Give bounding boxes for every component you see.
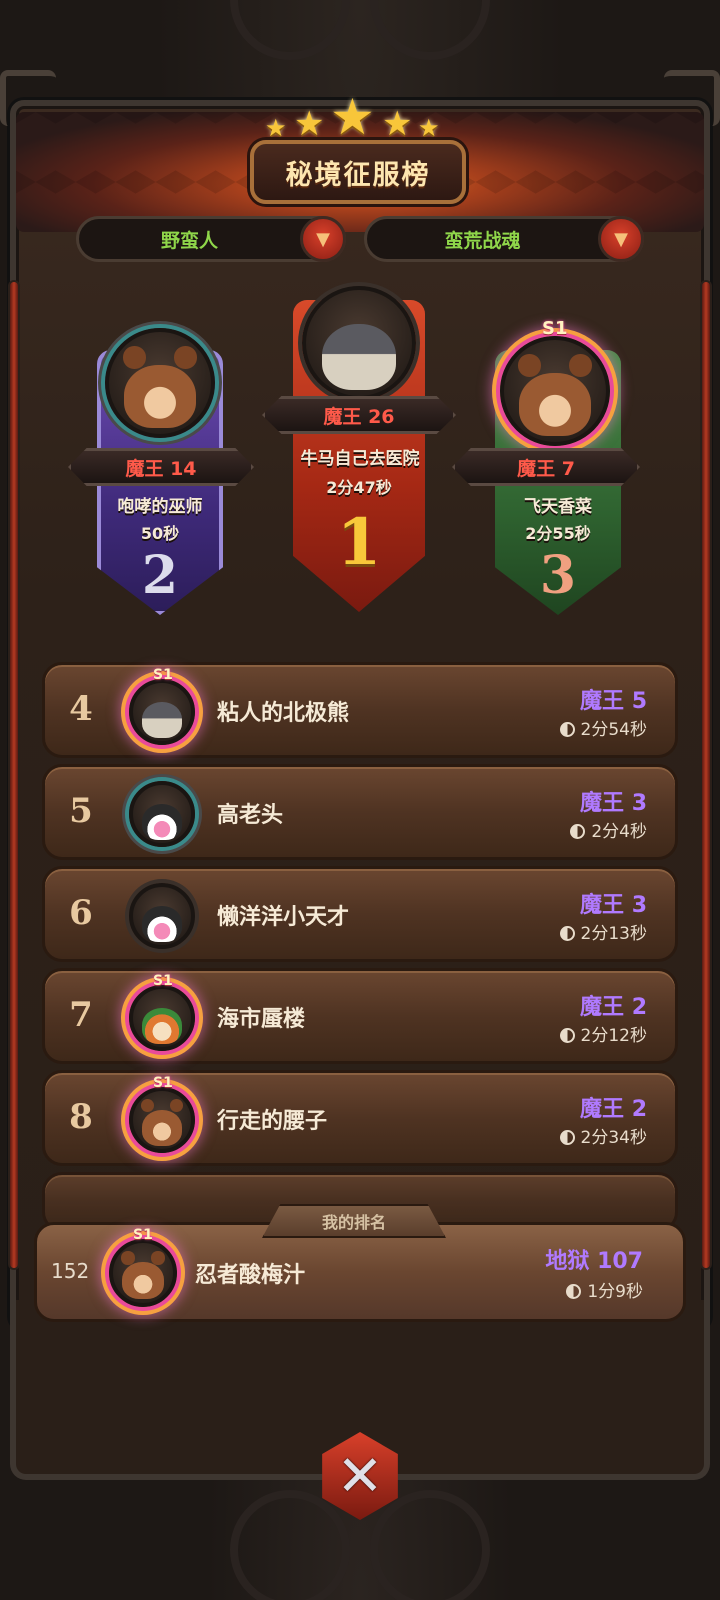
class-dropdown-label: 野蛮人	[160, 229, 218, 252]
stars-row: ★ ★ ★ ★ ★	[0, 88, 720, 146]
avatar[interactable]	[129, 679, 195, 745]
place-number: 1	[336, 505, 382, 580]
clock-icon	[559, 926, 575, 941]
page-title: 秘境征服榜	[285, 159, 431, 191]
background-ornament	[370, 1490, 490, 1600]
avatar[interactable]	[129, 985, 195, 1051]
podium-level: 魔王 14	[125, 457, 197, 480]
player-name: 忍者酸梅汁	[195, 1263, 306, 1288]
place-number: 3	[539, 545, 577, 606]
class-dropdown[interactable]: 野蛮人 ▼	[76, 216, 346, 262]
place-number: 2	[141, 545, 179, 606]
level: 魔王 2	[580, 995, 647, 1020]
player-name: 咆哮的巫师	[117, 497, 203, 517]
star-icon: ★	[418, 114, 440, 142]
avatar[interactable]	[129, 1087, 195, 1153]
right-rail	[700, 280, 712, 1270]
player-name: 粘人的北极熊	[217, 701, 350, 726]
season-badge: S1	[153, 667, 173, 683]
clock-icon	[559, 722, 575, 737]
clear-time: 2分13秒	[580, 924, 647, 944]
rank-number: 7	[69, 995, 93, 1035]
background-ornament	[230, 1490, 350, 1600]
avatar[interactable]	[129, 883, 195, 949]
avatar[interactable]	[500, 336, 610, 446]
clear-time: 2分54秒	[580, 720, 647, 740]
clear-time-row: 2分13秒	[559, 919, 647, 944]
clear-time: 50秒	[140, 524, 180, 543]
player-name: 懒洋洋小天才	[217, 905, 350, 930]
clear-time: 1分9秒	[587, 1282, 643, 1302]
avatar[interactable]	[105, 328, 215, 438]
level: 地狱 107	[545, 1249, 643, 1274]
level-ribbon: 魔王 14	[68, 448, 254, 486]
clear-time: 2分12秒	[580, 1026, 647, 1046]
list-item[interactable]: 5 高老头 魔王 3 2分4秒	[42, 764, 678, 860]
star-icon: ★	[382, 104, 413, 144]
my-rank-number: 152	[51, 1259, 90, 1283]
caret-down-icon[interactable]: ▼	[598, 216, 644, 262]
avatar[interactable]	[129, 781, 195, 847]
spec-dropdown-label: 蛮荒战魂	[444, 229, 521, 252]
player-name: 牛马自己去医院	[300, 449, 420, 469]
level-ribbon: 魔王 26	[262, 396, 456, 434]
rank-number: 8	[69, 1097, 93, 1137]
podium-level: 魔王 26	[323, 405, 395, 428]
clear-time-row: 2分34秒	[559, 1123, 647, 1148]
title-plate: 秘境征服榜	[250, 140, 466, 204]
avatar[interactable]	[302, 286, 416, 400]
clear-time: 2分47秒	[326, 478, 392, 497]
clear-time-row: 2分12秒	[559, 1021, 647, 1046]
rank-number: 6	[69, 893, 93, 933]
star-icon: ★	[265, 114, 287, 142]
season-badge: S1	[153, 973, 173, 989]
level: 魔王 5	[580, 689, 647, 714]
level-ribbon: 魔王 7	[452, 448, 640, 486]
star-icon: ★	[294, 104, 325, 144]
level: 魔王 2	[580, 1097, 647, 1122]
caret-down-icon[interactable]: ▼	[300, 216, 346, 262]
clear-time: 2分55秒	[525, 524, 591, 543]
clock-icon	[559, 1028, 575, 1043]
clear-time-row: 1分9秒	[566, 1277, 643, 1302]
clear-time-row: 2分4秒	[570, 817, 647, 842]
my-rank-label: 我的排名	[321, 1213, 386, 1232]
rank-number: 4	[69, 689, 93, 729]
close-icon: ✕	[336, 1443, 384, 1509]
season-badge: S1	[153, 1075, 173, 1091]
player-name: 行走的腰子	[217, 1109, 328, 1134]
list-item[interactable]: 8 S1 行走的腰子 魔王 2 2分34秒	[42, 1070, 678, 1166]
list-item[interactable]: 6 懒洋洋小天才 魔王 3 2分13秒	[42, 866, 678, 962]
season-badge: S1	[133, 1227, 153, 1243]
clear-time-row: 2分54秒	[559, 715, 647, 740]
list-item[interactable]: 4 S1 粘人的北极熊 魔王 5 2分54秒	[42, 662, 678, 758]
clock-icon	[559, 1130, 575, 1145]
star-icon: ★	[330, 88, 375, 146]
my-rank-tab: 我的排名	[262, 1204, 446, 1238]
player-name: 飞天香菜	[524, 497, 592, 517]
clock-icon	[566, 1284, 582, 1299]
podium-level: 魔王 7	[517, 457, 575, 480]
clock-icon	[570, 824, 586, 839]
rank-number: 5	[69, 791, 93, 831]
avatar[interactable]	[109, 1239, 177, 1307]
level: 魔王 3	[580, 791, 647, 816]
clear-time: 2分4秒	[591, 822, 647, 842]
player-name: 海市蜃楼	[217, 1007, 306, 1032]
left-rail	[8, 280, 20, 1270]
clear-time: 2分34秒	[580, 1128, 647, 1148]
player-name: 高老头	[217, 803, 284, 828]
spec-dropdown[interactable]: 蛮荒战魂 ▼	[364, 216, 644, 262]
list-item[interactable]: 7 S1 海市蜃楼 魔王 2 2分12秒	[42, 968, 678, 1064]
level: 魔王 3	[580, 893, 647, 918]
season-badge: S1	[542, 318, 568, 339]
